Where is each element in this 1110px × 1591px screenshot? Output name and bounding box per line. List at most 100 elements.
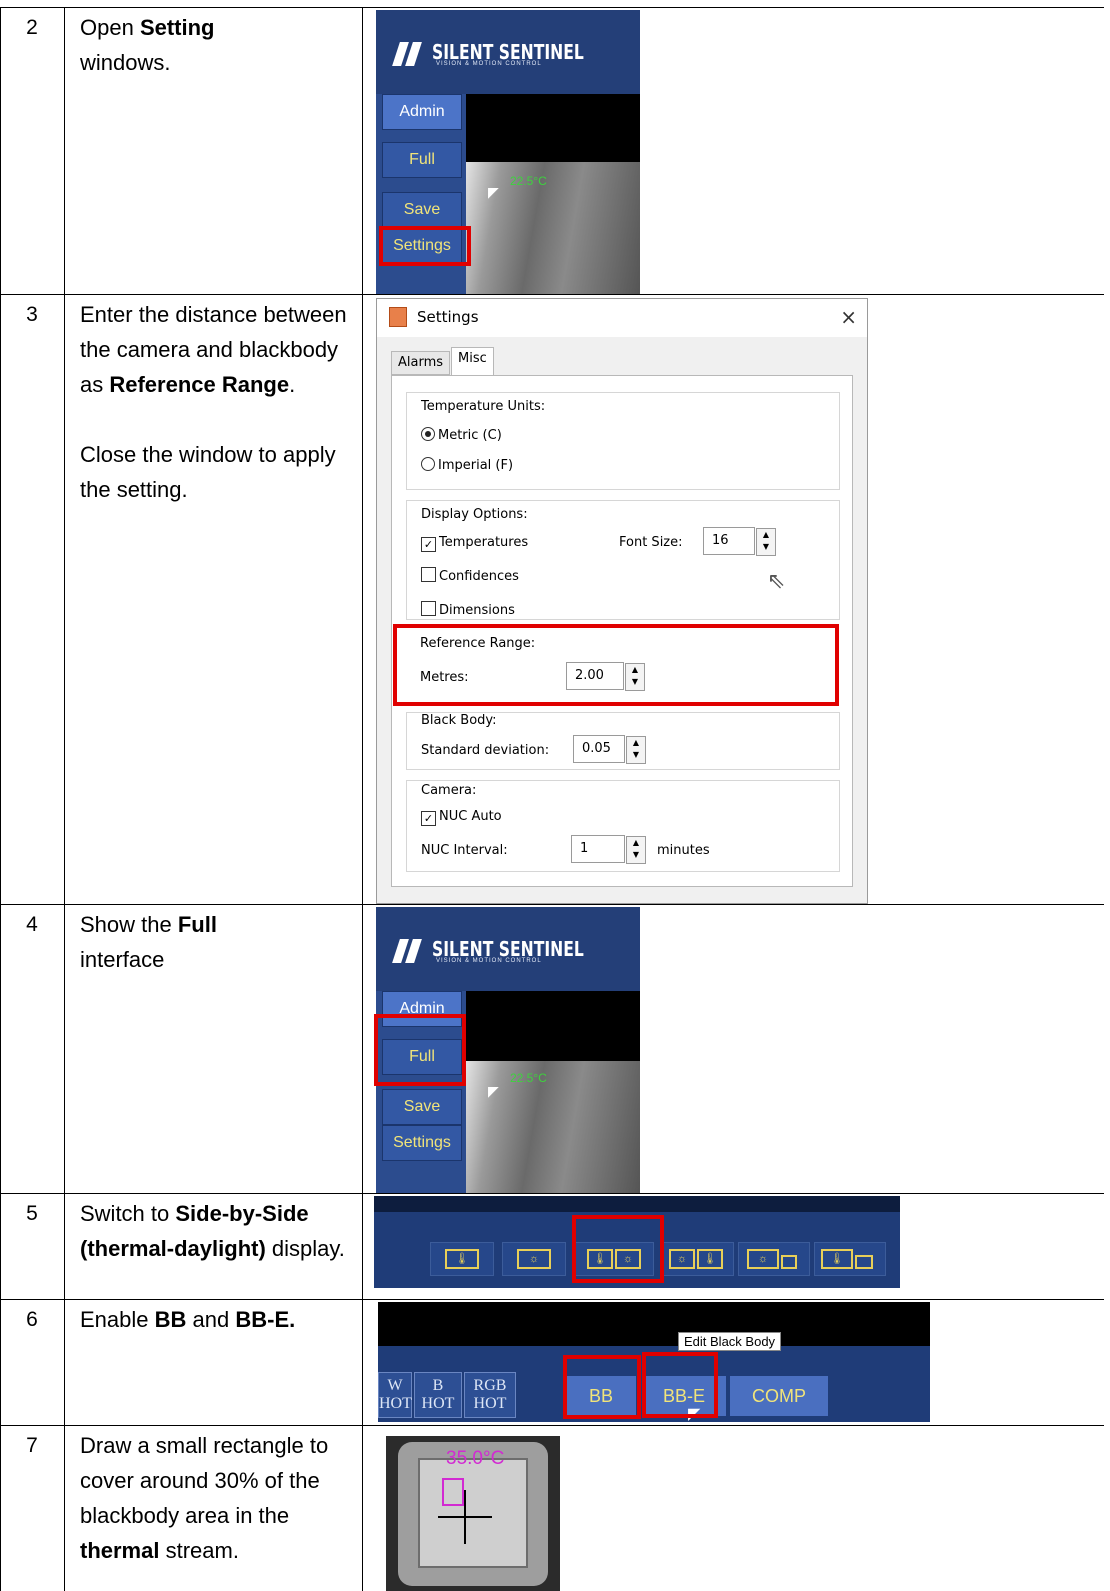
b-hot-button[interactable]: B HOT — [414, 1372, 462, 1418]
group-title: Camera: — [421, 783, 477, 798]
step-instruction: Enter the distance between the camera an… — [80, 302, 347, 502]
save-button[interactable]: Save — [382, 1089, 462, 1125]
brand-tagline: VISION & MOTION CONTROL — [436, 958, 542, 964]
daylight-thermal-view-button[interactable]: ☼ 🌡 — [662, 1242, 734, 1276]
crosshair-icon — [438, 1516, 492, 1518]
w-hot-button[interactable]: W HOT — [378, 1372, 412, 1418]
toolbar-edge — [374, 1196, 900, 1212]
table-border — [0, 7, 1104, 8]
thermal-image — [466, 1061, 640, 1193]
measurement-rectangle[interactable] — [442, 1478, 464, 1506]
close-icon[interactable]: × — [840, 305, 857, 329]
radio-icon — [421, 457, 435, 471]
thermal-pip-view-button[interactable]: 🌡 — [814, 1242, 886, 1276]
dimensions-checkbox[interactable]: Dimensions — [421, 601, 515, 618]
step-instruction: Show the Full interface — [80, 912, 217, 972]
settings-button[interactable]: Settings — [382, 1125, 462, 1161]
table-border — [0, 294, 1104, 295]
spin-arrows-icon[interactable]: ▲ ▼ — [756, 528, 776, 556]
highlight-box — [393, 624, 839, 706]
step-number: 4 — [26, 913, 38, 936]
table-border — [362, 7, 363, 1591]
temperature-units-group: Temperature Units: Metric (C) Imperial (… — [406, 392, 840, 490]
font-size-value: 16 — [712, 533, 729, 548]
checkbox-icon — [421, 567, 436, 582]
dialog-title: Settings — [417, 308, 479, 326]
table-border — [64, 7, 65, 1591]
tooltip: Edit Black Body — [678, 1332, 782, 1351]
step-number: 3 — [26, 303, 38, 326]
admin-button[interactable]: Admin — [382, 94, 462, 130]
temperature-overlay: 22.5°C — [510, 1071, 547, 1085]
comp-button[interactable]: COMP — [730, 1376, 828, 1416]
sun-icon — [855, 1255, 873, 1269]
standard-deviation-value: 0.05 — [582, 741, 611, 756]
group-title: Display Options: — [421, 507, 528, 522]
mouse-cursor-icon: ◤ — [488, 184, 499, 200]
spin-arrows-icon[interactable]: ▲ ▼ — [626, 736, 646, 764]
highlight-box — [572, 1215, 664, 1283]
nuc-interval-spinner[interactable]: 1 ▲ ▼ — [571, 835, 646, 864]
check-icon: ✓ — [421, 537, 436, 552]
table-border — [0, 904, 1104, 905]
nuc-interval-value: 1 — [580, 841, 589, 856]
standard-deviation-spinner[interactable]: 0.05 ▲ ▼ — [573, 735, 646, 764]
confidences-checkbox[interactable]: Confidences — [421, 567, 519, 584]
dialog-titlebar: Settings × — [377, 299, 867, 337]
step-number: 6 — [26, 1308, 38, 1331]
spin-arrows-icon[interactable]: ▲ ▼ — [626, 836, 646, 864]
metric-radio[interactable]: Metric (C) — [421, 427, 502, 443]
checkbox-icon — [421, 601, 436, 616]
black-body-group: Black Body: Standard deviation: 0.05 ▲ ▼ — [406, 712, 840, 770]
highlight-box — [379, 226, 471, 266]
thermometer-icon: 🌡 — [445, 1249, 479, 1269]
rgb-hot-button[interactable]: RGB HOT — [464, 1372, 516, 1418]
table-border — [0, 7, 1, 1591]
thermometer-icon — [781, 1255, 797, 1269]
step-instruction: Switch to Side-by-Side (thermal-daylight… — [80, 1201, 345, 1261]
table-border — [0, 1425, 1104, 1426]
temperature-overlay: 22.5°C — [510, 174, 547, 188]
settings-dialog: Settings × Alarms Misc Temperature Units… — [376, 298, 868, 904]
camera-group: Camera: ✓ NUC Auto NUC Interval: 1 ▲ ▼ min… — [406, 780, 840, 872]
measured-temperature: 35.0°C — [446, 1448, 505, 1469]
thermal-image — [466, 162, 640, 294]
temperatures-checkbox[interactable]: ✓ Temperatures — [421, 535, 528, 552]
minutes-label: minutes — [657, 843, 710, 858]
camera-view: 22.5°C ◤ — [466, 94, 640, 294]
thermal-view-button[interactable]: 🌡 — [430, 1242, 494, 1276]
mouse-cursor-icon: ⇖ — [767, 569, 786, 594]
video-area — [378, 1302, 930, 1346]
sun-icon: ☼ — [747, 1249, 779, 1269]
blackbody-surface — [418, 1458, 528, 1568]
camera-view: 22.5°C ◤ — [466, 991, 640, 1193]
radio-icon — [421, 427, 435, 441]
font-size-label: Font Size: — [619, 535, 683, 550]
brand-tagline: VISION & MOTION CONTROL — [436, 61, 542, 67]
check-icon: ✓ — [421, 811, 436, 826]
save-button[interactable]: Save — [382, 192, 462, 228]
thermal-blackbody-view: 35.0°C — [386, 1436, 560, 1591]
sun-icon: ☼ — [517, 1249, 551, 1269]
daylight-pip-view-button[interactable]: ☼ — [738, 1242, 810, 1276]
mouse-cursor-icon: ◤ — [488, 1083, 499, 1099]
highlight-box — [374, 1014, 466, 1086]
full-button[interactable]: Full — [382, 142, 462, 178]
highlight-box — [563, 1355, 641, 1419]
group-title: Temperature Units: — [421, 399, 546, 414]
font-size-spinner[interactable]: 16 ▲ ▼ — [703, 527, 776, 556]
imperial-radio[interactable]: Imperial (F) — [421, 457, 513, 473]
step-number: 2 — [26, 16, 38, 39]
sun-icon: ☼ — [669, 1249, 695, 1269]
step-number: 5 — [26, 1202, 38, 1225]
nuc-auto-checkbox[interactable]: ✓ NUC Auto — [421, 809, 502, 826]
tab-misc[interactable]: Misc — [451, 347, 494, 376]
tab-alarms[interactable]: Alarms — [391, 351, 451, 375]
nuc-interval-label: NUC Interval: — [421, 843, 508, 858]
group-title: Black Body: — [421, 713, 497, 728]
standard-deviation-label: Standard deviation: — [421, 743, 550, 758]
daylight-view-button[interactable]: ☼ — [502, 1242, 566, 1276]
step-instruction: Draw a small rectangle to cover around 3… — [80, 1433, 329, 1563]
table-border — [0, 1299, 1104, 1300]
table-border — [0, 1193, 1104, 1194]
